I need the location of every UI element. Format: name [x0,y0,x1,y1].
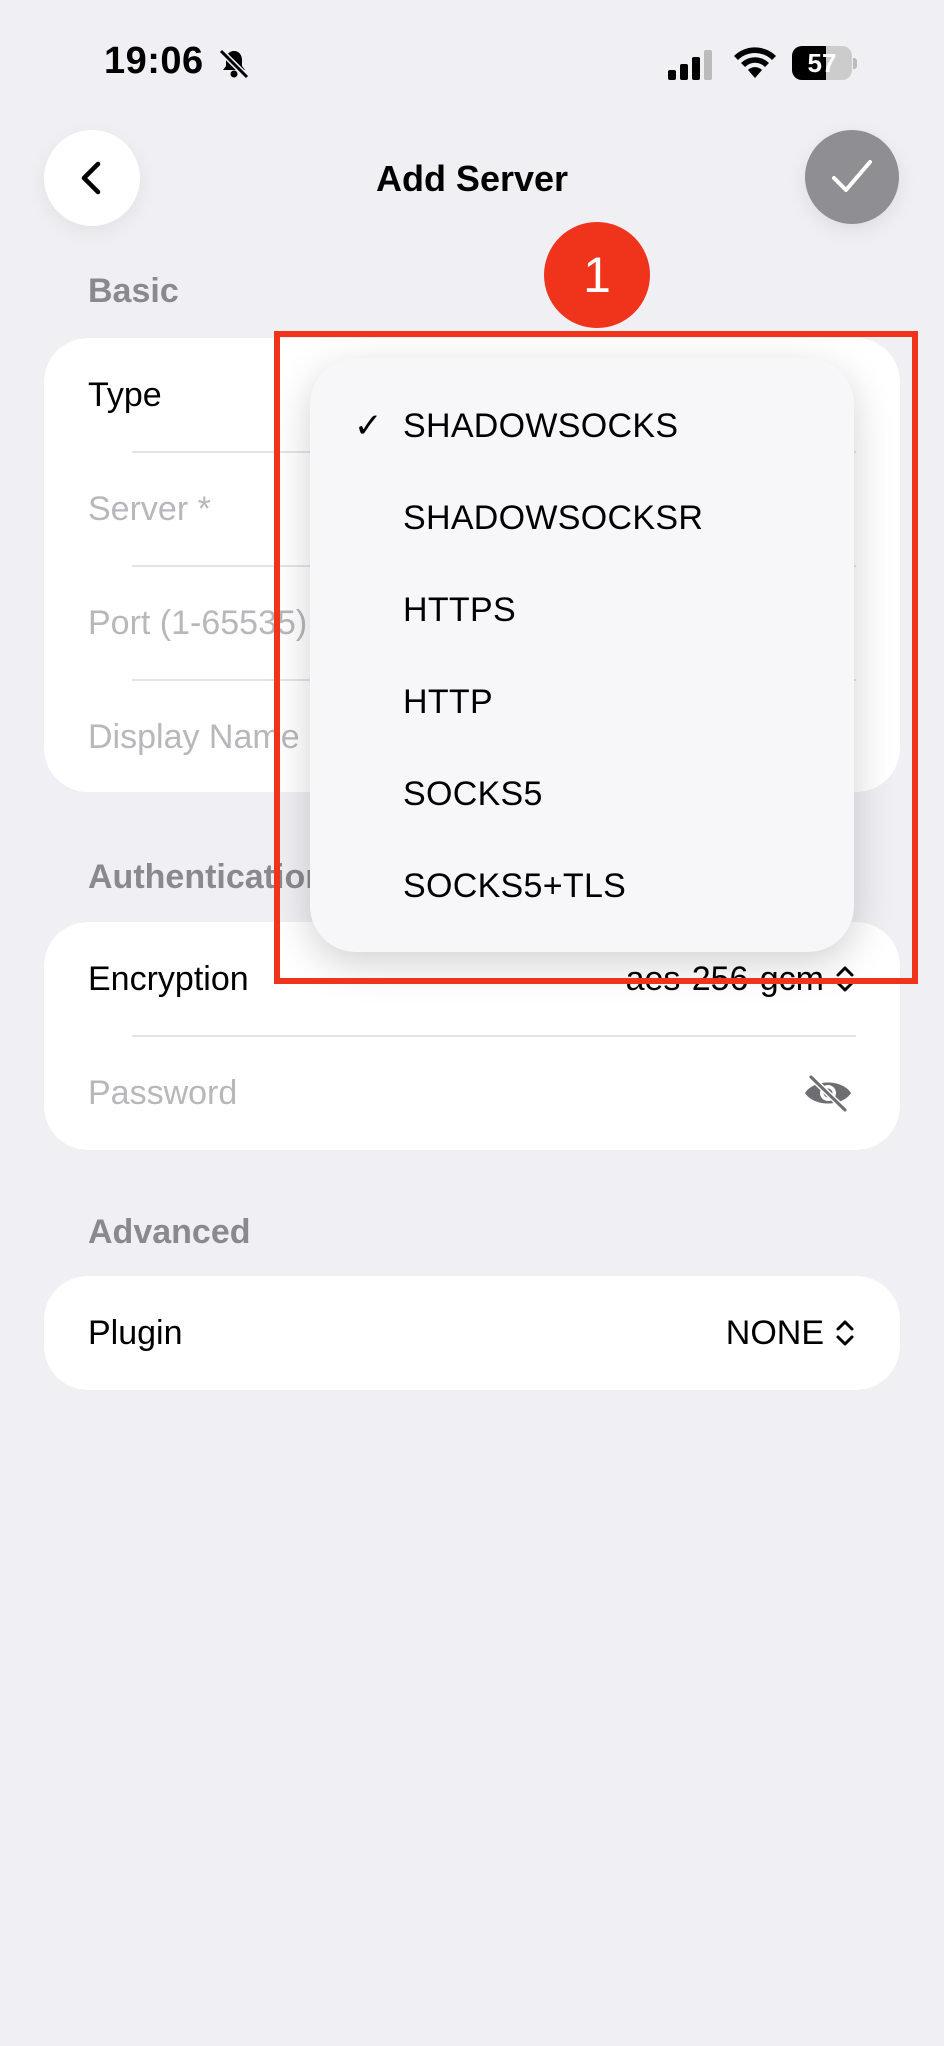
status-time: 19:06 [104,40,204,82]
type-label: Type [88,376,162,414]
page-title: Add Server [375,158,569,199]
annotation-step-badge: 1 [544,222,650,328]
plugin-value: NONE [725,1314,824,1352]
battery-icon: 57 [792,46,858,82]
cellular-signal-icon [668,50,712,80]
eye-slash-icon[interactable] [802,1074,854,1112]
section-header-advanced: Advanced [88,1213,251,1251]
annotation-highlight-box [274,331,918,984]
display-name-placeholder: Display Name [88,718,300,756]
plugin-label: Plugin [88,1314,183,1352]
done-button[interactable] [805,130,899,224]
advanced-card: Plugin NONE [44,1276,900,1390]
password-field[interactable]: Password [44,1036,900,1150]
bell-muted-icon [218,48,250,80]
password-placeholder: Password [88,1074,238,1112]
plugin-row[interactable]: Plugin NONE [44,1276,900,1390]
wifi-icon [734,47,776,78]
plugin-selector[interactable]: NONE [726,1276,856,1390]
server-placeholder: Server * [88,490,211,528]
section-header-basic: Basic [88,272,179,310]
chevron-up-down-icon [836,1320,854,1346]
encryption-label: Encryption [88,960,249,998]
checkmark-icon [832,160,872,192]
battery-level: 57 [807,48,837,78]
